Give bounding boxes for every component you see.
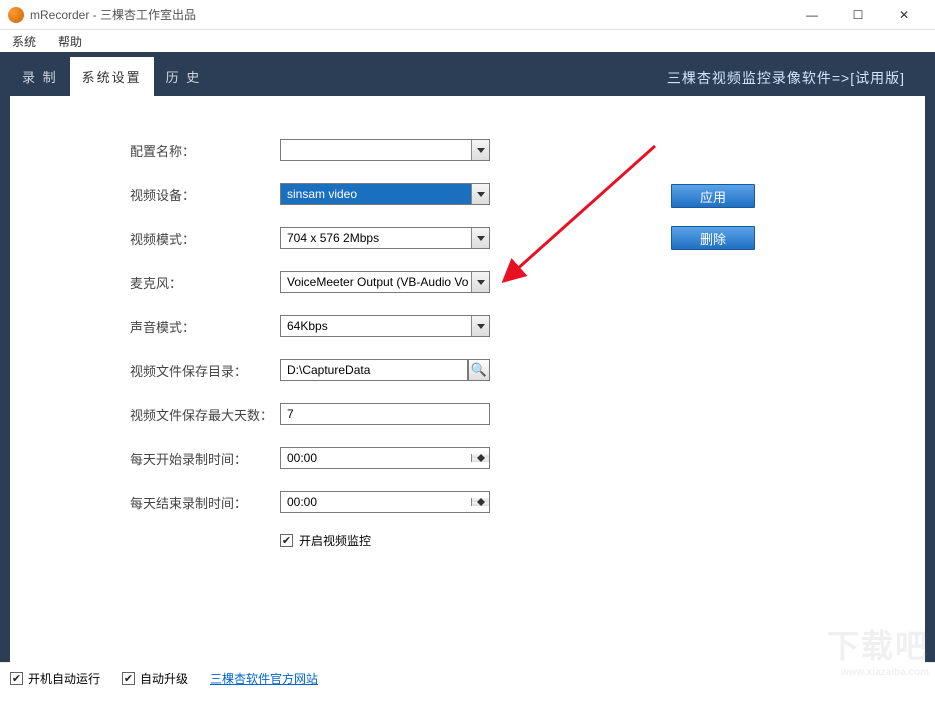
- audio-mode-combo[interactable]: 64Kbps: [280, 315, 490, 337]
- chevron-down-icon[interactable]: [471, 140, 489, 160]
- app-icon: [8, 7, 24, 23]
- autorun-checkbox[interactable]: ✔: [10, 672, 23, 685]
- profile-name-combo[interactable]: [280, 139, 490, 161]
- label-end-time: 每天结束录制时间：: [130, 493, 280, 512]
- window-title: mRecorder - 三棵杏工作室出品: [30, 6, 789, 23]
- settings-panel: 配置名称： 视频设备： sinsam video 视频模式： 704 x 576…: [10, 96, 925, 666]
- label-audio-mode: 声音模式：: [130, 317, 280, 336]
- chevron-down-icon[interactable]: [471, 184, 489, 204]
- tab-history[interactable]: 历 史: [154, 57, 214, 96]
- label-save-dir: 视频文件保存目录：: [130, 361, 280, 380]
- menu-system[interactable]: 系统: [6, 31, 42, 52]
- chevron-down-icon[interactable]: [471, 272, 489, 292]
- menu-help[interactable]: 帮助: [52, 31, 88, 52]
- annotation-arrow-icon: [500, 136, 680, 306]
- enable-monitor-checkbox[interactable]: ✔: [280, 534, 293, 547]
- footer-bar: ✔ 开机自动运行 ✔ 自动升级 三棵杏软件官方网站: [0, 662, 935, 694]
- max-days-input[interactable]: 7: [280, 403, 490, 425]
- spinner-down-icon[interactable]: [472, 458, 489, 462]
- video-mode-combo[interactable]: 704 x 576 2Mbps: [280, 227, 490, 249]
- save-dir-input[interactable]: D:\CaptureData: [280, 359, 468, 381]
- brand-text: 三棵杏视频监控录像软件=>[试用版]: [667, 68, 905, 88]
- label-start-time: 每天开始录制时间：: [130, 449, 280, 468]
- label-max-days: 视频文件保存最大天数：: [130, 405, 280, 424]
- official-site-link[interactable]: 三棵杏软件官方网站: [210, 670, 318, 687]
- delete-button[interactable]: 删除: [671, 226, 755, 250]
- tab-record[interactable]: 录 制: [10, 57, 70, 96]
- video-device-combo[interactable]: sinsam video: [280, 183, 490, 205]
- menu-bar: 系统 帮助: [0, 30, 935, 52]
- minimize-button[interactable]: —: [789, 0, 835, 30]
- microphone-combo[interactable]: VoiceMeeter Output (VB-Audio Vo: [280, 271, 490, 293]
- browse-folder-button[interactable]: 🔍: [468, 359, 490, 381]
- chevron-down-icon[interactable]: [471, 316, 489, 336]
- title-bar: mRecorder - 三棵杏工作室出品 — ☐ ✕: [0, 0, 935, 30]
- folder-search-icon: 🔍: [471, 362, 487, 378]
- side-buttons: 应用 删除: [671, 184, 755, 250]
- main-container: 录 制 系统设置 历 史 三棵杏视频监控录像软件=>[试用版] 配置名称： 视频…: [0, 52, 935, 662]
- label-autorun: 开机自动运行: [28, 670, 100, 687]
- form-area: 配置名称： 视频设备： sinsam video 视频模式： 704 x 576…: [130, 136, 490, 549]
- spinner-down-icon[interactable]: [472, 502, 489, 506]
- label-video-mode: 视频模式：: [130, 229, 280, 248]
- end-time-spinner[interactable]: 00:00: [280, 491, 490, 513]
- label-microphone: 麦克风：: [130, 273, 280, 292]
- tab-bar: 录 制 系统设置 历 史 三棵杏视频监控录像软件=>[试用版]: [10, 60, 925, 96]
- label-video-device: 视频设备：: [130, 185, 280, 204]
- label-enable-monitor: 开启视频监控: [299, 532, 371, 549]
- label-profile-name: 配置名称：: [130, 141, 280, 160]
- start-time-spinner[interactable]: 00:00: [280, 447, 490, 469]
- maximize-button[interactable]: ☐: [835, 0, 881, 30]
- close-button[interactable]: ✕: [881, 0, 927, 30]
- window-controls: — ☐ ✕: [789, 0, 927, 30]
- label-autoupdate: 自动升级: [140, 670, 188, 687]
- apply-button[interactable]: 应用: [671, 184, 755, 208]
- tab-settings[interactable]: 系统设置: [70, 57, 154, 96]
- autoupdate-checkbox[interactable]: ✔: [122, 672, 135, 685]
- chevron-down-icon[interactable]: [471, 228, 489, 248]
